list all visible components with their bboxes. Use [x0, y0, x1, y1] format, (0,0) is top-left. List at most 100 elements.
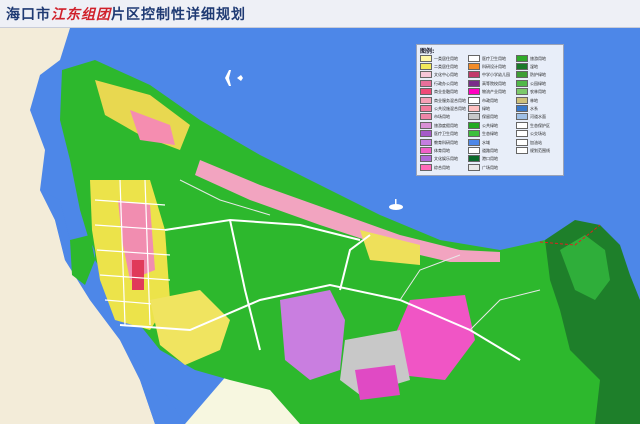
legend-swatch — [420, 62, 432, 70]
legend-item: 中学小学幼儿园 — [468, 71, 510, 79]
legend-swatch — [516, 71, 528, 79]
legend-label: 市场用地 — [434, 114, 450, 120]
legend-item: 防护绿地 — [516, 71, 546, 79]
legend-swatch — [468, 71, 480, 79]
legend-swatch — [516, 88, 528, 96]
legend-label: 教育科研用地 — [434, 139, 458, 145]
legend-label: 体育用地 — [434, 147, 450, 153]
legend-item: 教育科研用地 — [420, 138, 458, 146]
legend-item: 公交场站 — [516, 130, 546, 138]
legend-swatch — [420, 146, 432, 154]
legend-label: 水系 — [530, 105, 538, 111]
legend-item: 水域 — [468, 138, 490, 146]
legend-label: 林地 — [530, 97, 538, 103]
legend-label: 水域 — [482, 139, 490, 145]
legend-item: 文化中心用地 — [420, 71, 458, 79]
legend-swatch — [468, 138, 480, 146]
legend-swatch — [420, 104, 432, 112]
legend-swatch — [468, 62, 480, 70]
legend-item: 生态绿地 — [468, 130, 498, 138]
legend-item: 加油站 — [516, 138, 542, 146]
legend-swatch — [420, 121, 432, 129]
legend-label: 综合用地 — [434, 164, 450, 170]
legend-swatch — [468, 155, 480, 163]
legend-label: 防护绿地 — [530, 72, 546, 78]
legend-panel: 图例: 一类居住用地 二类居住用地 文化中心用地 行政办公用地 商业金融用地 商业服务混合… — [416, 44, 564, 176]
legend-item: 规划范围线 — [516, 146, 550, 154]
title-bar: 海口市江东组团片区控制性详细规划 — [0, 0, 640, 28]
legend-swatch — [516, 130, 528, 138]
legend-swatch — [420, 163, 432, 171]
legend-label: 绿地 — [482, 105, 490, 111]
legend-label: 医疗卫生用地 — [434, 131, 458, 137]
legend-swatch — [516, 104, 528, 112]
legend-item: 行政办公用地 — [420, 79, 458, 87]
legend-item: 综合用地 — [420, 163, 450, 171]
legend-item: 商业金融用地 — [420, 88, 458, 96]
legend-label: 旅游用地 — [530, 55, 546, 61]
legend-item: 生态保护区 — [516, 121, 550, 129]
legend-swatch — [468, 121, 480, 129]
title-prefix: 海口市 — [6, 7, 51, 23]
legend-swatch — [468, 88, 480, 96]
legend-swatch — [468, 113, 480, 121]
legend-label: 旅游度假用地 — [434, 122, 458, 128]
legend-swatch — [420, 88, 432, 96]
legend-label: 文化娱乐用地 — [434, 156, 458, 162]
legend-swatch — [468, 54, 480, 62]
legend-label: 生态保护区 — [530, 122, 550, 128]
title-highlight: 江东组团 — [51, 7, 111, 23]
legend-label: 公共设施混合用地 — [434, 105, 466, 111]
legend-item: 旅游用地 — [516, 54, 546, 62]
legend-label: 农林用地 — [530, 89, 546, 95]
legend-swatch — [516, 121, 528, 129]
legend-label: 广场用地 — [482, 164, 498, 170]
legend-label: 公共绿地 — [482, 122, 498, 128]
legend-label: 公园绿地 — [530, 80, 546, 86]
map-page: { "title": { "prefix": "海口市", "highlight… — [0, 0, 640, 424]
legend-label: 物流产业用地 — [482, 89, 506, 95]
legend-swatch — [516, 62, 528, 70]
legend-item: 一类居住用地 — [420, 54, 458, 62]
legend-swatch — [468, 130, 480, 138]
legend-item: 物流产业用地 — [468, 88, 506, 96]
legend-label: 市政用地 — [482, 97, 498, 103]
legend-swatch — [420, 138, 432, 146]
city-core-center — [132, 260, 144, 290]
legend-label: 道路用地 — [482, 147, 498, 153]
legend-item: 医疗卫生用地 — [420, 130, 458, 138]
legend-item: 道路用地 — [468, 146, 498, 154]
legend-label: 加油站 — [530, 139, 542, 145]
legend-item: 公园绿地 — [516, 79, 546, 87]
legend-item: 市场用地 — [420, 113, 450, 121]
legend-label: 河道水面 — [530, 114, 546, 120]
legend-item: 水系 — [516, 104, 538, 112]
legend-item: 林地 — [516, 96, 538, 104]
legend-item: 文化娱乐用地 — [420, 155, 458, 163]
legend-item: 旅游度假用地 — [420, 121, 458, 129]
legend-swatch — [420, 113, 432, 121]
legend-swatch — [420, 130, 432, 138]
legend-swatch — [420, 71, 432, 79]
legend-swatch — [516, 54, 528, 62]
legend-item: 公共绿地 — [468, 121, 498, 129]
legend-label: 保留用地 — [482, 114, 498, 120]
legend-item: 农林用地 — [516, 88, 546, 96]
legend-item: 湿地 — [516, 62, 538, 70]
legend-item: 保留用地 — [468, 113, 498, 121]
south-magenta-block — [355, 365, 400, 400]
legend-swatch — [468, 146, 480, 154]
legend-item: 河道水面 — [516, 113, 546, 121]
legend-item: 二类居住用地 — [420, 62, 458, 70]
legend-item: 市政用地 — [468, 96, 498, 104]
legend-label: 二类居住用地 — [434, 63, 458, 69]
legend-swatch — [420, 79, 432, 87]
legend-label: 一类居住用地 — [434, 55, 458, 61]
legend-label: 湿地 — [530, 63, 538, 69]
legend-item: 港口用地 — [468, 155, 498, 163]
map-title: 海口市江东组团片区控制性详细规划 — [6, 4, 246, 24]
legend-label: 医疗卫生用地 — [482, 55, 506, 61]
title-suffix: 片区控制性详细规划 — [111, 7, 246, 23]
legend-item: 广场用地 — [468, 163, 498, 171]
legend-item: 体育用地 — [420, 146, 450, 154]
